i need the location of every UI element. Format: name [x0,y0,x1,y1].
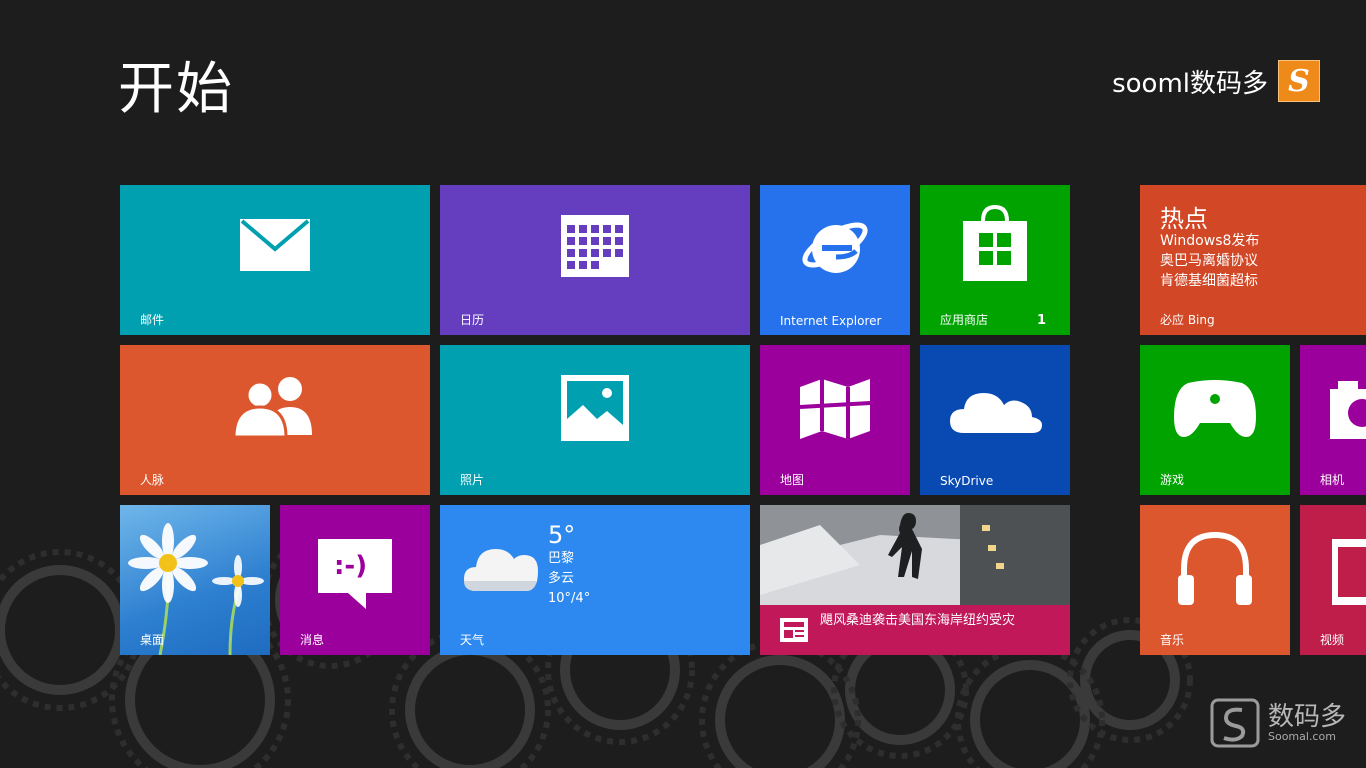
avatar[interactable]: S [1278,60,1320,102]
newspaper-icon [780,618,808,642]
tile-label: 视频 [1320,633,1345,647]
user-name: sooml数码多 [1112,68,1268,99]
camera-icon [1330,381,1366,439]
store-update-badge: 1 [1036,313,1046,328]
tile-skydrive[interactable]: SkyDrive [920,345,1070,495]
tile-label: 应用商店 [940,313,989,327]
tile-camera[interactable]: 相机 [1300,345,1366,495]
tile-maps[interactable]: 地图 [760,345,910,495]
hot-title: 热点 [1160,205,1208,233]
tile-photos[interactable]: 照片 [440,345,750,495]
tile-label: 音乐 [1160,633,1185,647]
tile-calendar[interactable]: 日历 [440,185,750,335]
weather-info: 5° 巴黎 多云 10°/4° [548,521,590,609]
map-icon [799,379,871,439]
weather-temperature: 5° [548,521,576,549]
tile-video[interactable]: 视频 [1300,505,1366,655]
watermark: 数码多 Soomal.com [1210,698,1346,748]
tile-games[interactable]: 游戏 [1140,345,1290,495]
internet-explorer-icon [802,222,868,273]
watermark-name: 数码多 [1267,701,1346,732]
tile-label: 消息 [300,633,325,647]
weather-condition: 多云 [548,571,575,586]
avatar-letter: S [1288,63,1310,99]
watermark-url: Soomal.com [1267,729,1336,743]
tile-label: 游戏 [1160,473,1185,487]
tile-mail[interactable]: 邮件 [120,185,430,335]
tile-label: 邮件 [140,313,165,327]
tile-news[interactable]: 飓风桑迪袭击美国东海岸纽约受灾 [760,505,1070,655]
news-headline: 飓风桑迪袭击美国东海岸纽约受灾 [820,613,1016,628]
tile-label: 地图 [780,473,805,487]
tile-label: 人脉 [140,473,165,487]
tile-label: 必应 Bing [1160,313,1215,327]
smiley-emoticon: :-) [334,551,368,581]
hot-item: 肯德基细菌超标 [1160,273,1258,289]
video-icon [1332,539,1366,605]
weather-city: 巴黎 [548,551,575,566]
cloud-icon [950,393,1042,433]
tile-label: 相机 [1320,473,1345,487]
hot-items: Windows8发布 奥巴马离婚协议 肯德基细菌超标 [1160,231,1259,291]
tile-desktop[interactable]: 桌面 [120,505,270,655]
user-account[interactable]: sooml数码多 S [1112,60,1320,102]
xbox-controller-icon [1174,380,1256,437]
hot-item: 奥巴马离婚协议 [1160,253,1258,269]
hot-item: Windows8发布 [1160,233,1260,249]
tile-music[interactable]: 音乐 [1140,505,1290,655]
snow-storm-photo [760,505,1070,605]
tile-messaging[interactable]: :-) 消息 [280,505,430,655]
tile-hot-news[interactable]: 热点 Windows8发布 奥巴马离婚协议 肯德基细菌超标 必应 Bing [1140,185,1366,335]
tile-label: SkyDrive [940,474,994,488]
store-bag-icon [963,205,1027,281]
mail-icon [240,219,310,271]
headphones-icon [1178,531,1252,605]
tile-label: 照片 [460,473,485,487]
photos-icon [561,375,629,441]
soomal-logo-icon [1210,698,1260,748]
tile-people[interactable]: 人脉 [120,345,430,495]
tile-label: 桌面 [140,633,165,647]
calendar-icon [561,215,629,277]
tile-label: Internet Explorer [780,314,882,328]
tile-store[interactable]: 应用商店 1 [920,185,1070,335]
cloudy-weather-icon [464,549,538,591]
tile-weather[interactable]: 5° 巴黎 多云 10°/4° 天气 [440,505,750,655]
tile-label: 天气 [460,633,485,647]
tile-internet-explorer[interactable]: Internet Explorer [760,185,910,335]
start-title: 开始 [118,57,234,122]
news-headline-bar: 飓风桑迪袭击美国东海岸纽约受灾 [760,605,1070,655]
people-icon [232,377,312,437]
tile-label: 日历 [460,313,485,327]
weather-range: 10°/4° [548,591,591,606]
